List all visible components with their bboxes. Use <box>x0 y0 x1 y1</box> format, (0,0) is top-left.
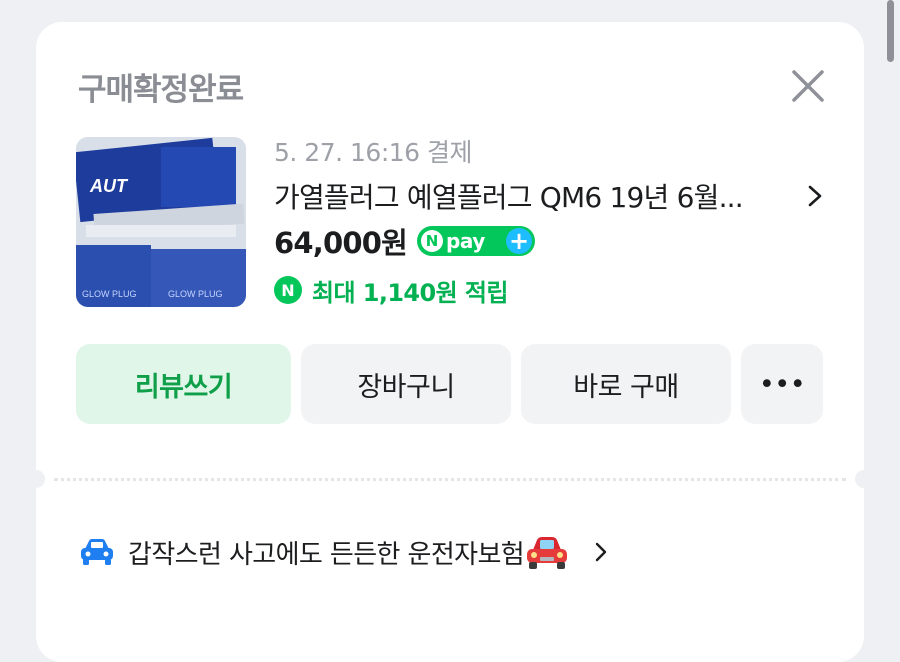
svg-text:AUT: AUT <box>89 176 129 196</box>
dotted-divider <box>54 478 846 481</box>
payment-date: 5. 27. 16:16 결제 <box>274 138 473 167</box>
car-icon <box>81 539 113 565</box>
product-name: 가열플러그 예열플러그 QM6 19년 6월... <box>274 181 744 214</box>
purchase-confirm-card: 구매확정완료 AUT GLOW PLUG GLOW PLUG 5. 27. 16… <box>27 22 873 662</box>
buy-now-button[interactable]: 바로 구매 <box>521 344 731 424</box>
ticket-notch-left <box>27 470 45 488</box>
red-car-icon <box>527 537 568 569</box>
chevron-right-icon <box>595 542 607 562</box>
product-price: 64,000원 <box>274 226 408 260</box>
scrollbar[interactable] <box>887 0 894 62</box>
price-row: 64,000원 N pay + <box>274 221 535 261</box>
npay-n-icon: N <box>421 230 443 252</box>
svg-text:GLOW PLUG: GLOW PLUG <box>82 289 137 299</box>
modal-title: 구매확정완료 <box>78 72 244 108</box>
plus-icon: + <box>506 228 532 254</box>
npay-label: pay <box>446 229 485 253</box>
npay-plus-badge: N pay + <box>417 226 535 256</box>
close-button[interactable] <box>788 66 828 106</box>
insurance-banner-text: 갑작스런 사고에도 든든한 운전자보험 <box>128 539 525 570</box>
svg-text:GLOW PLUG: GLOW PLUG <box>168 289 223 299</box>
write-review-button[interactable]: 리뷰쓰기 <box>76 344 291 424</box>
more-options-button[interactable]: ••• <box>741 344 823 424</box>
close-icon <box>792 70 824 102</box>
reward-text: 최대 1,140원 적립 <box>312 278 508 307</box>
insurance-banner[interactable]: 갑작스런 사고에도 든든한 운전자보험 <box>78 530 610 574</box>
cart-button[interactable]: 장바구니 <box>301 344 511 424</box>
chevron-right-icon <box>808 185 822 207</box>
product-thumbnail[interactable]: AUT GLOW PLUG GLOW PLUG <box>76 137 246 307</box>
reward-row: N 최대 1,140원 적립 <box>274 272 508 308</box>
naver-point-icon: N <box>274 276 302 304</box>
product-name-link[interactable]: 가열플러그 예열플러그 QM6 19년 6월... <box>274 176 834 216</box>
ticket-notch-right <box>855 470 873 488</box>
